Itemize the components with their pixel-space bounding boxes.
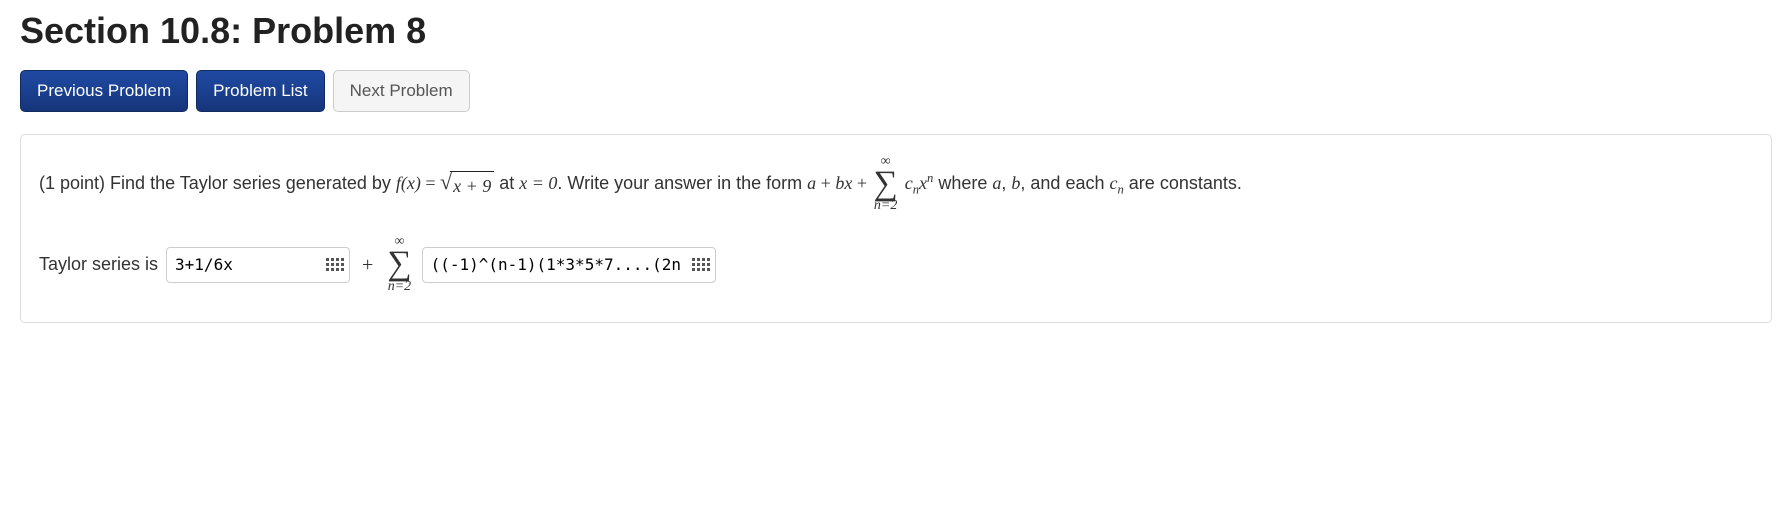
math-sqrt: √ x + 9 [440, 171, 494, 201]
problem-list-button[interactable]: Problem List [196, 70, 324, 112]
math-radicand: x + 9 [450, 171, 494, 201]
math-f-of-x: f(x) [396, 173, 421, 193]
math-plus: + [852, 173, 871, 193]
sigma-icon: ∑ [873, 169, 897, 200]
next-problem-button[interactable]: Next Problem [333, 70, 470, 112]
stem-text: , [1001, 173, 1011, 193]
math-x-eq-0: x = 0 [519, 173, 557, 193]
answer-row: Taylor series is + ∞ ∑ n=2 [39, 235, 1753, 294]
answer-input-wrap-2 [422, 247, 716, 283]
sigma-icon: ∑ [387, 249, 411, 280]
math-b: b [835, 173, 844, 193]
nav-buttons: Previous Problem Problem List Next Probl… [20, 70, 1772, 112]
stem-text: , and each [1020, 173, 1109, 193]
math-a: a [807, 173, 816, 193]
math-equals: = [421, 173, 440, 193]
answer-label: Taylor series is [39, 250, 158, 279]
stem-text: where [938, 173, 992, 193]
stem-text: Find the Taylor series generated by [110, 173, 396, 193]
problem-statement: (1 point) Find the Taylor series generat… [39, 173, 1242, 193]
math-plus: + [358, 249, 377, 281]
math-cn: cn [905, 173, 919, 193]
sum-lower: n=2 [874, 199, 897, 213]
keypad-icon[interactable] [692, 258, 710, 272]
page-title: Section 10.8: Problem 8 [20, 10, 1772, 52]
stem-text: at [499, 173, 519, 193]
answer-input-series[interactable] [422, 247, 716, 283]
answer-input-wrap-1 [166, 247, 350, 283]
stem-text: . Write your answer in the form [557, 173, 807, 193]
previous-problem-button[interactable]: Previous Problem [20, 70, 188, 112]
keypad-icon[interactable] [326, 258, 344, 272]
math-xn: xn [919, 173, 933, 193]
problem-panel: (1 point) Find the Taylor series generat… [20, 134, 1772, 323]
math-cn: cn [1109, 173, 1123, 193]
stem-text: are constants. [1129, 173, 1242, 193]
sum-lower: n=2 [388, 280, 411, 294]
math-plus: + [816, 173, 835, 193]
answer-input-linear[interactable] [166, 247, 350, 283]
math-sum: ∞ ∑ n=2 [387, 235, 411, 294]
math-sum: ∞ ∑ n=2 [873, 155, 897, 214]
points-label: (1 point) [39, 173, 110, 193]
